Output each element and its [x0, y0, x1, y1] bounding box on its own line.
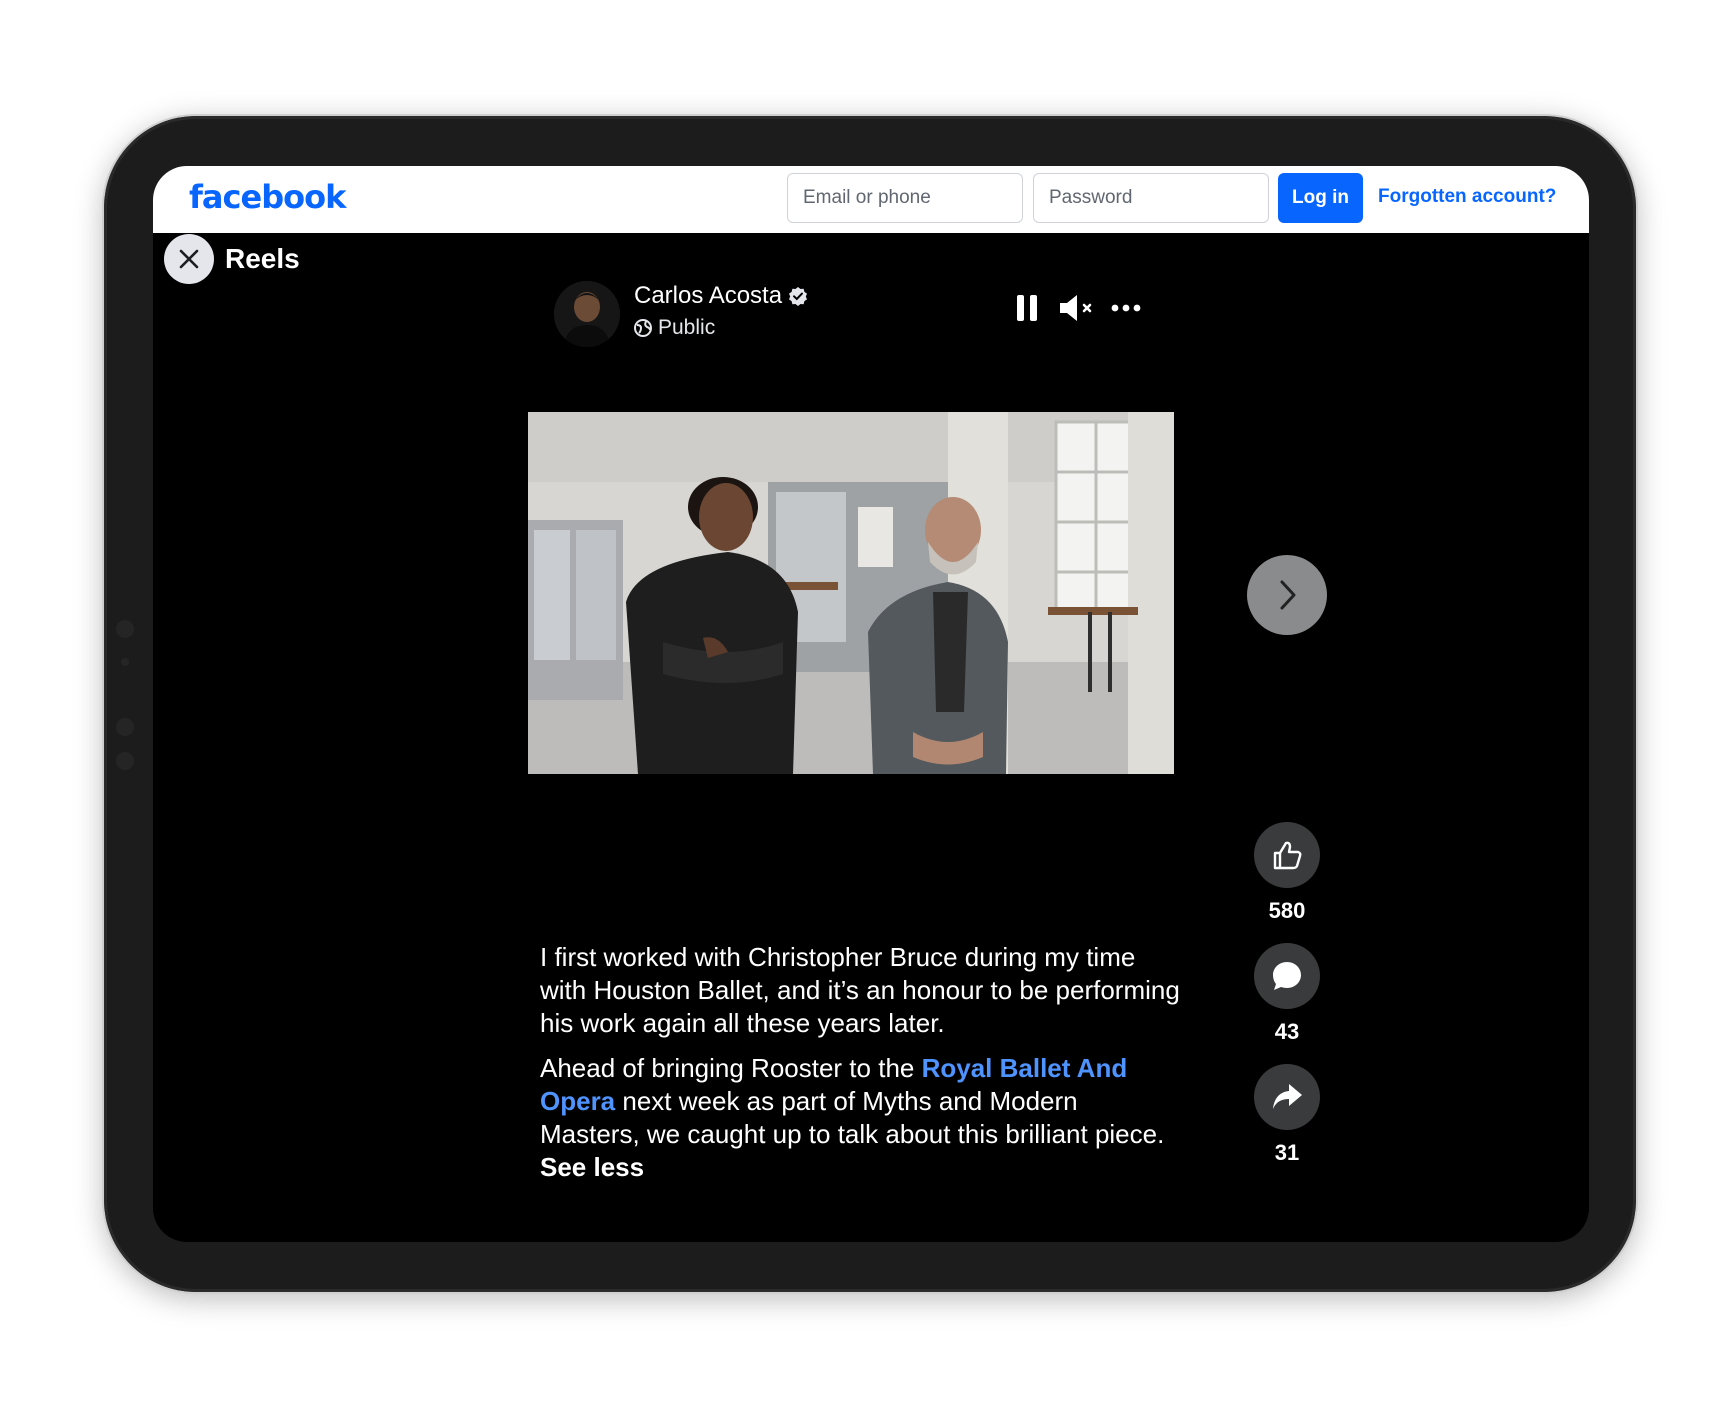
email-field[interactable]: [787, 173, 1023, 223]
mute-icon: [1060, 295, 1092, 321]
like-icon: [1273, 841, 1302, 870]
author-name[interactable]: Carlos Acosta: [634, 282, 808, 310]
close-button[interactable]: [164, 234, 214, 284]
see-less-link[interactable]: See less: [540, 1152, 644, 1182]
comment-icon: [1273, 962, 1301, 990]
forgot-account-link[interactable]: Forgotten account?: [1378, 186, 1556, 208]
chevron-right-icon: [1280, 580, 1296, 610]
mute-button[interactable]: [1058, 292, 1098, 324]
privacy-label: Public: [634, 316, 715, 340]
screen: facebook Log in Forgotten account? Reels…: [153, 166, 1589, 1242]
password-field[interactable]: [1033, 173, 1269, 223]
pause-icon: [1017, 295, 1037, 321]
tablet-side-dots: [116, 620, 136, 800]
like-count: 580: [1268, 898, 1306, 923]
share-count: 31: [1274, 1140, 1300, 1165]
facebook-logo[interactable]: facebook: [189, 178, 346, 216]
avatar[interactable]: [554, 281, 620, 347]
caption-text: Ahead of bringing Rooster to the: [540, 1053, 922, 1083]
comment-button[interactable]: [1254, 943, 1320, 1009]
reels-title: Reels: [225, 243, 300, 274]
caption-text: next week as part of Myths and Modern Ma…: [540, 1086, 1165, 1149]
comment-count: 43: [1274, 1019, 1300, 1044]
top-bar: facebook Log in Forgotten account?: [153, 166, 1589, 233]
caption-paragraph: Ahead of bringing Rooster to the Royal B…: [540, 1052, 1180, 1184]
verified-icon: [789, 287, 808, 306]
next-reel-button[interactable]: [1247, 555, 1327, 635]
share-button[interactable]: [1254, 1064, 1320, 1130]
privacy-text: Public: [658, 316, 716, 339]
globe-icon: [634, 319, 652, 337]
author-name-label: Carlos Acosta: [634, 282, 783, 309]
close-icon: [179, 249, 199, 269]
share-action: 31: [1240, 1064, 1334, 1166]
like-button[interactable]: [1254, 822, 1320, 888]
like-action: 580: [1240, 822, 1334, 924]
pause-button[interactable]: [1015, 293, 1039, 323]
login-button[interactable]: Log in: [1278, 173, 1363, 223]
comment-action: 43: [1240, 943, 1334, 1045]
more-icon: [1111, 304, 1141, 312]
caption-paragraph: I first worked with Christopher Bruce du…: [540, 942, 1180, 1038]
reel-video[interactable]: [528, 412, 1174, 774]
share-icon: [1273, 1084, 1302, 1109]
more-options-button[interactable]: [1109, 294, 1143, 322]
post-caption: I first worked with Christopher Bruce du…: [540, 941, 1180, 1196]
